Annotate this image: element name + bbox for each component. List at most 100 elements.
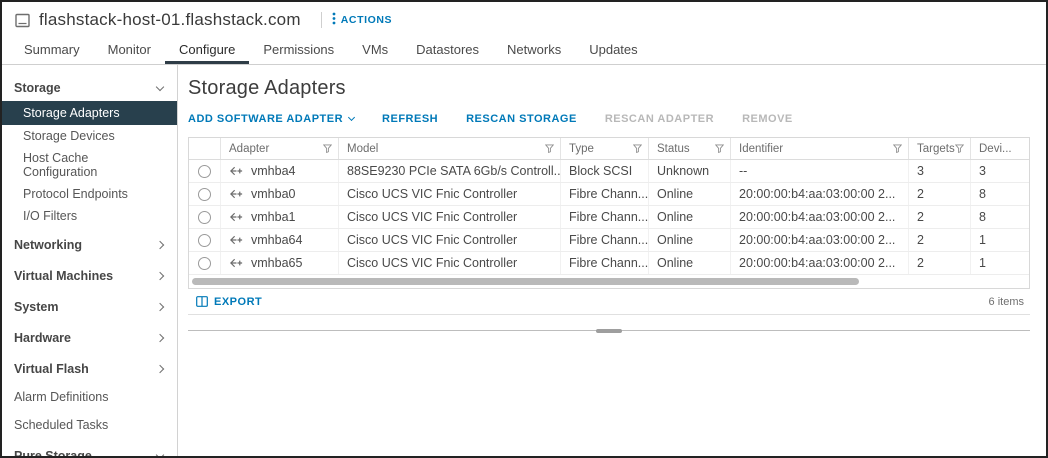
storage-adapter-icon <box>230 235 243 245</box>
vsphere-client-window: flashstack-host-01.flashstack.com ACTION… <box>0 0 1048 458</box>
row-select-radio[interactable] <box>198 187 211 201</box>
sidebar-item-virtual-flash[interactable]: Virtual Flash <box>2 356 177 382</box>
column-label: Type <box>569 142 594 155</box>
chevron-right-icon <box>155 240 165 250</box>
identifier-column-header: Identifier <box>731 138 909 159</box>
sidebar-item-networking[interactable]: Networking <box>2 232 177 258</box>
column-label: Status <box>657 142 690 155</box>
model-cell: Cisco UCS VIC Fnic Controller <box>339 206 561 228</box>
targets-cell: 2 <box>909 252 971 274</box>
type-cell: Fibre Chann... <box>561 206 649 228</box>
tab-networks[interactable]: Networks <box>493 38 575 64</box>
devices-cell: 8 <box>979 187 986 201</box>
adapters-toolbar: ADD SOFTWARE ADAPTER REFRESH RESCAN STOR… <box>188 113 1030 125</box>
sidebar-item-io-filters[interactable]: I/O Filters <box>2 205 177 227</box>
sidebar-item-storage-adapters[interactable]: Storage Adapters <box>2 101 177 125</box>
filter-funnel-icon[interactable] <box>323 144 332 153</box>
targets-column-header: Targets <box>909 138 971 159</box>
row-select-radio[interactable] <box>198 233 211 247</box>
filter-funnel-icon[interactable] <box>955 144 964 153</box>
row-select-radio[interactable] <box>198 210 211 224</box>
sidebar-item-system[interactable]: System <box>2 294 177 320</box>
horizontal-scrollbar-thumb[interactable] <box>192 278 860 285</box>
row-select-radio[interactable] <box>198 164 211 178</box>
actions-label: ACTIONS <box>340 14 393 26</box>
sidebar-item-label: Virtual Machines <box>14 269 114 283</box>
table-row[interactable]: vmhba64 Cisco UCS VIC Fnic Controller Fi… <box>189 229 1029 252</box>
type-cell: Fibre Chann... <box>561 229 649 251</box>
sidebar-item-label: Storage <box>14 81 61 95</box>
tab-summary[interactable]: Summary <box>10 38 94 64</box>
sidebar-item-storage-devices[interactable]: Storage Devices <box>2 125 177 147</box>
identifier-cell: 20:00:00:b4:aa:03:00:00 2... <box>731 229 909 251</box>
select-cell <box>189 206 221 228</box>
storage-adapter-icon <box>230 212 243 222</box>
kebab-icon <box>332 12 336 28</box>
storage-adapter-icon <box>230 166 243 176</box>
devices-column-header: Devi... <box>971 138 1029 159</box>
content-title: Storage Adapters <box>188 77 346 99</box>
select-cell <box>189 160 221 182</box>
configure-nav: Storage Storage Adapters Storage Devices… <box>2 65 178 456</box>
sidebar-item-host-cache-configuration[interactable]: Host Cache Configuration <box>2 147 177 183</box>
filter-funnel-icon[interactable] <box>715 144 724 153</box>
type-cell: Fibre Chann... <box>561 252 649 274</box>
export-label: EXPORT <box>214 295 263 308</box>
add-software-adapter-label: ADD SOFTWARE ADAPTER <box>188 113 344 125</box>
sidebar-item-protocol-endpoints[interactable]: Protocol Endpoints <box>2 183 177 205</box>
page-title: flashstack-host-01.flashstack.com <box>39 10 301 29</box>
sidebar-item-label: System <box>14 300 59 314</box>
sidebar-item-hardware[interactable]: Hardware <box>2 325 177 351</box>
rescan-storage-button[interactable]: RESCAN STORAGE <box>466 113 577 125</box>
host-icon <box>14 12 31 29</box>
model-cell: Cisco UCS VIC Fnic Controller <box>339 183 561 205</box>
select-cell <box>189 183 221 205</box>
column-label: Identifier <box>739 142 784 155</box>
identifier-cell: 20:00:00:b4:aa:03:00:00 2... <box>731 183 909 205</box>
filter-funnel-icon[interactable] <box>545 144 554 153</box>
tab-vms[interactable]: VMs <box>348 38 402 64</box>
row-select-radio[interactable] <box>198 256 211 270</box>
devices-cell: 3 <box>979 164 986 178</box>
storage-adapters-panel: Storage Adapters ADD SOFTWARE ADAPTER RE… <box>178 65 1046 456</box>
tab-monitor[interactable]: Monitor <box>94 38 165 64</box>
export-button[interactable]: EXPORT <box>192 296 266 308</box>
tab-updates[interactable]: Updates <box>575 38 651 64</box>
horizontal-scrollbar <box>189 275 1029 288</box>
table-row[interactable]: vmhba65 Cisco UCS VIC Fnic Controller Fi… <box>189 252 1029 275</box>
table-row[interactable]: vmhba4 88SE9230 PCIe SATA 6Gb/s Controll… <box>189 160 1029 183</box>
add-software-adapter-button[interactable]: ADD SOFTWARE ADAPTER <box>188 113 356 125</box>
storage-adapter-icon <box>230 189 243 199</box>
tab-datastores[interactable]: Datastores <box>402 38 493 64</box>
adapter-name: vmhba0 <box>251 187 296 201</box>
items-count: 6 items <box>988 295 1024 308</box>
adapter-name: vmhba64 <box>251 233 303 247</box>
sidebar-item-virtual-machines[interactable]: Virtual Machines <box>2 263 177 289</box>
sidebar-item-scheduled-tasks[interactable]: Scheduled Tasks <box>2 412 177 438</box>
type-column-header: Type <box>561 138 649 159</box>
splitter-drag-handle[interactable] <box>596 329 622 333</box>
tab-bar: Summary Monitor Configure Permissions VM… <box>2 38 1046 65</box>
chevron-right-icon <box>155 333 165 343</box>
adapters-table: Adapter Model Type Status Identifier Tar… <box>188 137 1030 289</box>
adapter-cell: vmhba4 <box>221 160 339 182</box>
rescan-adapter-button: RESCAN ADAPTER <box>604 113 715 125</box>
actions-button[interactable]: ACTIONS <box>332 12 392 28</box>
sidebar-item-pure-storage[interactable]: Pure Storage <box>2 443 177 456</box>
column-label: Model <box>347 142 379 155</box>
filter-funnel-icon[interactable] <box>633 144 642 153</box>
type-cell: Block SCSI <box>561 160 649 182</box>
select-column-header <box>189 138 221 159</box>
targets-cell: 3 <box>909 160 971 182</box>
status-column-header: Status <box>649 138 731 159</box>
sidebar-item-alarm-definitions[interactable]: Alarm Definitions <box>2 384 177 410</box>
sidebar-item-storage[interactable]: Storage <box>2 75 177 101</box>
table-row[interactable]: vmhba0 Cisco UCS VIC Fnic Controller Fib… <box>189 183 1029 206</box>
adapter-cell: vmhba0 <box>221 183 339 205</box>
tab-permissions[interactable]: Permissions <box>249 38 348 64</box>
filter-funnel-icon[interactable] <box>893 144 902 153</box>
table-row[interactable]: vmhba1 Cisco UCS VIC Fnic Controller Fib… <box>189 206 1029 229</box>
model-cell: Cisco UCS VIC Fnic Controller <box>339 229 561 251</box>
tab-configure[interactable]: Configure <box>164 38 250 64</box>
refresh-button[interactable]: REFRESH <box>382 113 438 125</box>
